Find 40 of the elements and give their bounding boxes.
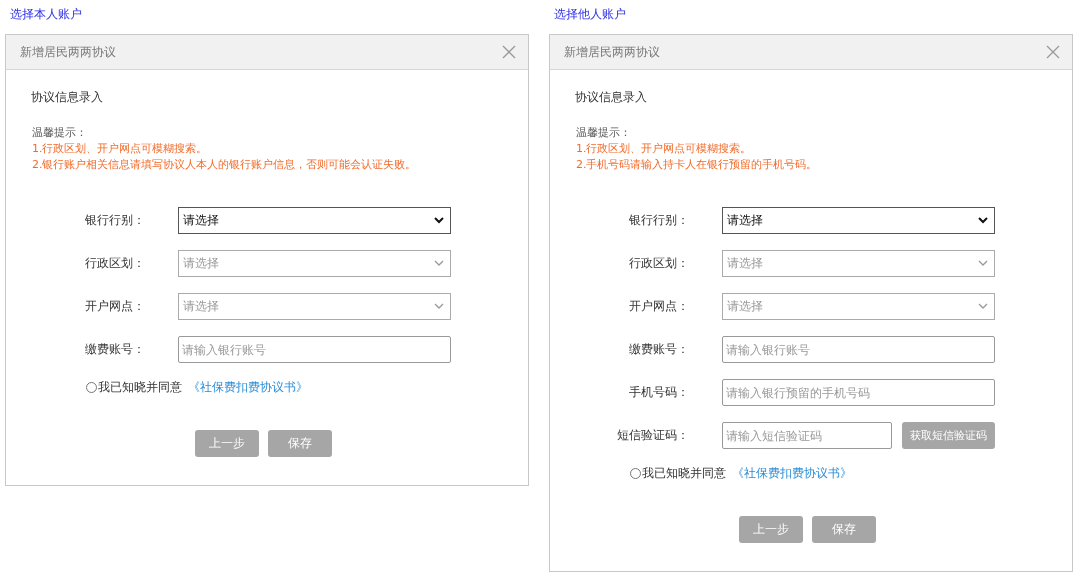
select-field[interactable]: 请选择	[722, 207, 995, 234]
field-label: 手机号码：	[628, 384, 690, 401]
close-icon[interactable]	[502, 45, 516, 59]
field-label: 缴费账号：	[628, 341, 690, 358]
field-label: 行政区划：	[628, 255, 690, 272]
field-label: 开户网点：	[84, 298, 146, 315]
agreement-text: 我已知晓并同意	[642, 465, 726, 482]
field-label: 开户网点：	[628, 298, 690, 315]
account-link[interactable]: 选择本人账户	[5, 6, 82, 34]
input-field[interactable]: 请输入银行账号	[722, 336, 995, 363]
agreement-link[interactable]: 《社保费扣费协议书》	[188, 379, 308, 396]
tip-text: 1.行政区划、开户网点可模糊搜索。	[576, 141, 752, 157]
dialog-title: 新增居民两两协议	[20, 43, 116, 61]
chevron-icon	[978, 303, 988, 310]
tip-label: 温馨提示：	[32, 125, 87, 141]
section-title: 协议信息录入	[575, 89, 647, 106]
input-field[interactable]: 请输入银行预留的手机号码	[722, 379, 995, 406]
agreement-text: 我已知晓并同意	[98, 379, 182, 396]
tip-text: 2.手机号码请输入持卡人在银行预留的手机号码。	[576, 157, 818, 173]
tip-text: 1.行政区划、开户网点可模糊搜索。	[32, 141, 208, 157]
field-label: 缴费账号：	[84, 341, 146, 358]
chevron-icon	[978, 217, 988, 224]
field-label: 银行行别：	[84, 212, 146, 229]
field-label: 银行行别：	[628, 212, 690, 229]
input-field[interactable]: 请输入短信验证码	[722, 422, 892, 449]
chevron-icon	[434, 260, 444, 267]
input-field[interactable]: 请输入银行账号	[178, 336, 451, 363]
agreement-link[interactable]: 《社保费扣费协议书》	[732, 465, 852, 482]
tip-label: 温馨提示：	[576, 125, 631, 141]
account-link[interactable]: 选择他人账户	[549, 6, 626, 34]
close-icon[interactable]	[1046, 45, 1060, 59]
select-field[interactable]: 请选择	[178, 207, 451, 234]
chevron-icon	[434, 303, 444, 310]
chevron-icon	[434, 217, 444, 224]
field-label: 短信验证码：	[616, 427, 690, 444]
tip-text: 2.银行账户相关信息请填写协议人本人的银行账户信息，否则可能会认证失败。	[32, 157, 417, 173]
section-title: 协议信息录入	[31, 89, 103, 106]
dialog-title: 新增居民两两协议	[564, 43, 660, 61]
field-label: 行政区划：	[84, 255, 146, 272]
chevron-icon	[978, 260, 988, 267]
